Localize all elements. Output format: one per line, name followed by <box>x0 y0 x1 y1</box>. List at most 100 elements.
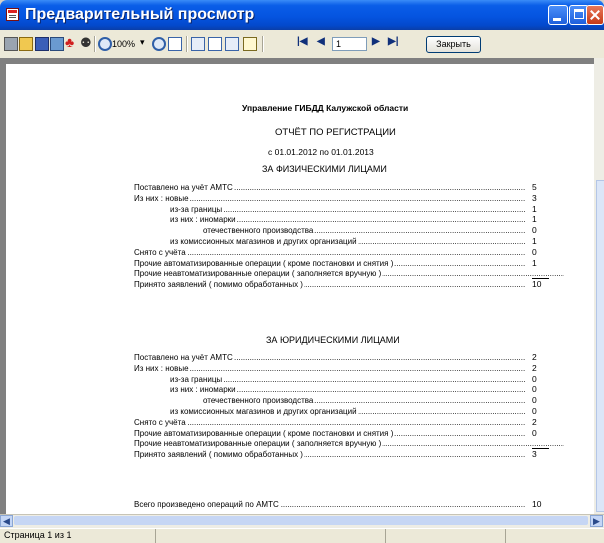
report-row: Снято с учёта <box>134 417 526 427</box>
preview-viewport[interactable]: Управление ГИБДД Калужской области ОТЧЁТ… <box>0 58 594 514</box>
zoom-out-icon[interactable] <box>152 37 166 51</box>
row-label: Прочие автоматизированные операции ( кро… <box>134 258 395 268</box>
toolbar-separator <box>262 36 264 52</box>
row-label: Снято с учёта <box>134 247 187 257</box>
save-icon[interactable] <box>35 37 49 51</box>
row-value: 0 <box>532 225 537 236</box>
row-label: из них : иномарки <box>170 385 237 395</box>
export-icon[interactable] <box>50 37 64 51</box>
row-value: 0 <box>532 373 537 384</box>
status-divider <box>385 529 386 543</box>
scroll-right-icon[interactable]: ▶ <box>590 515 603 527</box>
report-period: с 01.01.2012 по 01.01.2013 <box>268 147 374 157</box>
title-bar: Предварительный просмотр <box>0 0 604 30</box>
minimize-button[interactable] <box>548 5 568 25</box>
row-value: 0 <box>532 384 537 395</box>
row-value: 2 <box>532 352 537 362</box>
close-button[interactable]: Закрыть <box>426 36 481 53</box>
find-icon[interactable] <box>80 35 94 51</box>
report-row: Из них : новые <box>134 193 526 203</box>
row-label: из-за границы <box>170 204 224 214</box>
report-row: из-за границы <box>170 374 526 384</box>
horizontal-scroll-thumb[interactable] <box>14 516 588 525</box>
open-icon[interactable] <box>19 37 33 51</box>
toolbar-separator <box>94 36 96 52</box>
row-value: 1 <box>532 203 537 214</box>
one-page-icon[interactable] <box>191 37 205 51</box>
row-value: 2 <box>532 362 537 373</box>
report-row: Прочие автоматизированные операции ( кро… <box>134 258 526 268</box>
report-header: Управление ГИБДД Калужской области <box>242 103 409 113</box>
report-row: Поставлено на учёт АМТС <box>134 183 526 192</box>
status-bar: Страница 1 из 1 <box>0 528 604 543</box>
row-label: Прочие автоматизированные операции ( кро… <box>134 428 395 438</box>
row-label: отечественного производства <box>203 226 315 236</box>
row-label: Из них : новые <box>134 363 190 373</box>
report-row: Прочие неавтоматизированные операции ( з… <box>134 269 564 279</box>
report-row: отечественного производства <box>203 226 526 236</box>
page-width-icon[interactable] <box>168 37 182 51</box>
row-value: 0 <box>532 406 537 416</box>
close-window-button[interactable] <box>586 5 604 25</box>
row-label: из комиссионных магазинов и других орган… <box>170 407 358 416</box>
print-icon[interactable] <box>4 37 18 51</box>
row-value: 1 <box>532 236 537 246</box>
status-divider <box>155 529 156 543</box>
row-label: из них : иномарки <box>170 215 237 225</box>
row-value: 10 <box>532 499 542 509</box>
report-row: отечественного производства <box>203 396 526 406</box>
page-number-input[interactable]: 1 <box>332 37 367 51</box>
row-label: из-за границы <box>170 374 224 384</box>
prev-page-icon[interactable]: ◀ <box>317 36 325 47</box>
toolbar: 100% ▾ |◀ ◀ 1 ▶ ▶| Закрыть <box>0 30 604 59</box>
row-label: Прочие неавтоматизированные операции ( з… <box>134 269 383 279</box>
row-value: 0 <box>532 427 537 438</box>
chevron-down-icon[interactable]: ▾ <box>140 37 145 48</box>
row-label: Снято с учёта <box>134 417 187 427</box>
row-value: 0 <box>532 395 537 406</box>
row-label: Принято заявлений ( помимо обработанных … <box>134 280 304 290</box>
row-value: 5 <box>532 182 537 192</box>
row-value: 3 <box>532 192 537 203</box>
window-title: Предварительный просмотр <box>25 6 255 23</box>
last-page-icon[interactable]: ▶| <box>388 36 399 47</box>
row-label: Прочие неавтоматизированные операции ( з… <box>134 439 383 449</box>
row-label: Поставлено на учёт АМТС <box>134 183 234 192</box>
pdf-icon[interactable] <box>65 34 79 51</box>
report-row: Всего произведено операций по АМТС <box>134 500 526 509</box>
report-title: ОТЧЁТ ПО РЕГИСТРАЦИИ <box>275 127 396 138</box>
row-value: 1 <box>532 257 537 268</box>
next-page-icon[interactable]: ▶ <box>372 36 380 47</box>
many-pages-icon[interactable] <box>225 37 239 51</box>
report-row: из комиссионных магазинов и других орган… <box>170 407 526 416</box>
zoom-in-icon[interactable] <box>98 37 112 51</box>
row-value: 0 <box>532 246 537 257</box>
two-pages-icon[interactable] <box>208 37 222 51</box>
toolbar-separator <box>186 36 188 52</box>
row-label: из комиссионных магазинов и других орган… <box>170 237 358 246</box>
row-value: 1 <box>532 214 537 225</box>
report-row: Поставлено на учёт АМТС <box>134 353 526 362</box>
report-row: Прочие автоматизированные операции ( кро… <box>134 428 526 438</box>
report-row: Принято заявлений ( помимо обработанных … <box>134 450 526 460</box>
report-row: Из них : новые <box>134 363 526 373</box>
row-label: отечественного производства <box>203 396 315 406</box>
first-page-icon[interactable]: |◀ <box>297 36 308 47</box>
report-page: Управление ГИБДД Калужской области ОТЧЁТ… <box>6 64 594 514</box>
report-row: из них : иномарки <box>170 385 526 395</box>
scroll-left-icon[interactable]: ◀ <box>0 515 13 527</box>
app-icon <box>6 8 19 21</box>
row-label: Принято заявлений ( помимо обработанных … <box>134 450 304 460</box>
report-row: Принято заявлений ( помимо обработанных … <box>134 280 526 290</box>
report-row: из них : иномарки <box>170 215 526 225</box>
page-status: Страница 1 из 1 <box>4 530 72 540</box>
section-heading: ЗА ФИЗИЧЕСКИМИ ЛИЦАМИ <box>262 164 387 174</box>
row-value: 3 <box>532 449 537 460</box>
report-row: Снято с учёта <box>134 247 526 257</box>
vertical-scroll-track[interactable] <box>596 180 604 512</box>
edit-icon[interactable] <box>243 37 257 51</box>
row-label: Поставлено на учёт АМТС <box>134 353 234 362</box>
section-heading: ЗА ЮРИДИЧЕСКИМИ ЛИЦАМИ <box>266 335 400 345</box>
row-label: Из них : новые <box>134 193 190 203</box>
report-row: из-за границы <box>170 204 526 214</box>
